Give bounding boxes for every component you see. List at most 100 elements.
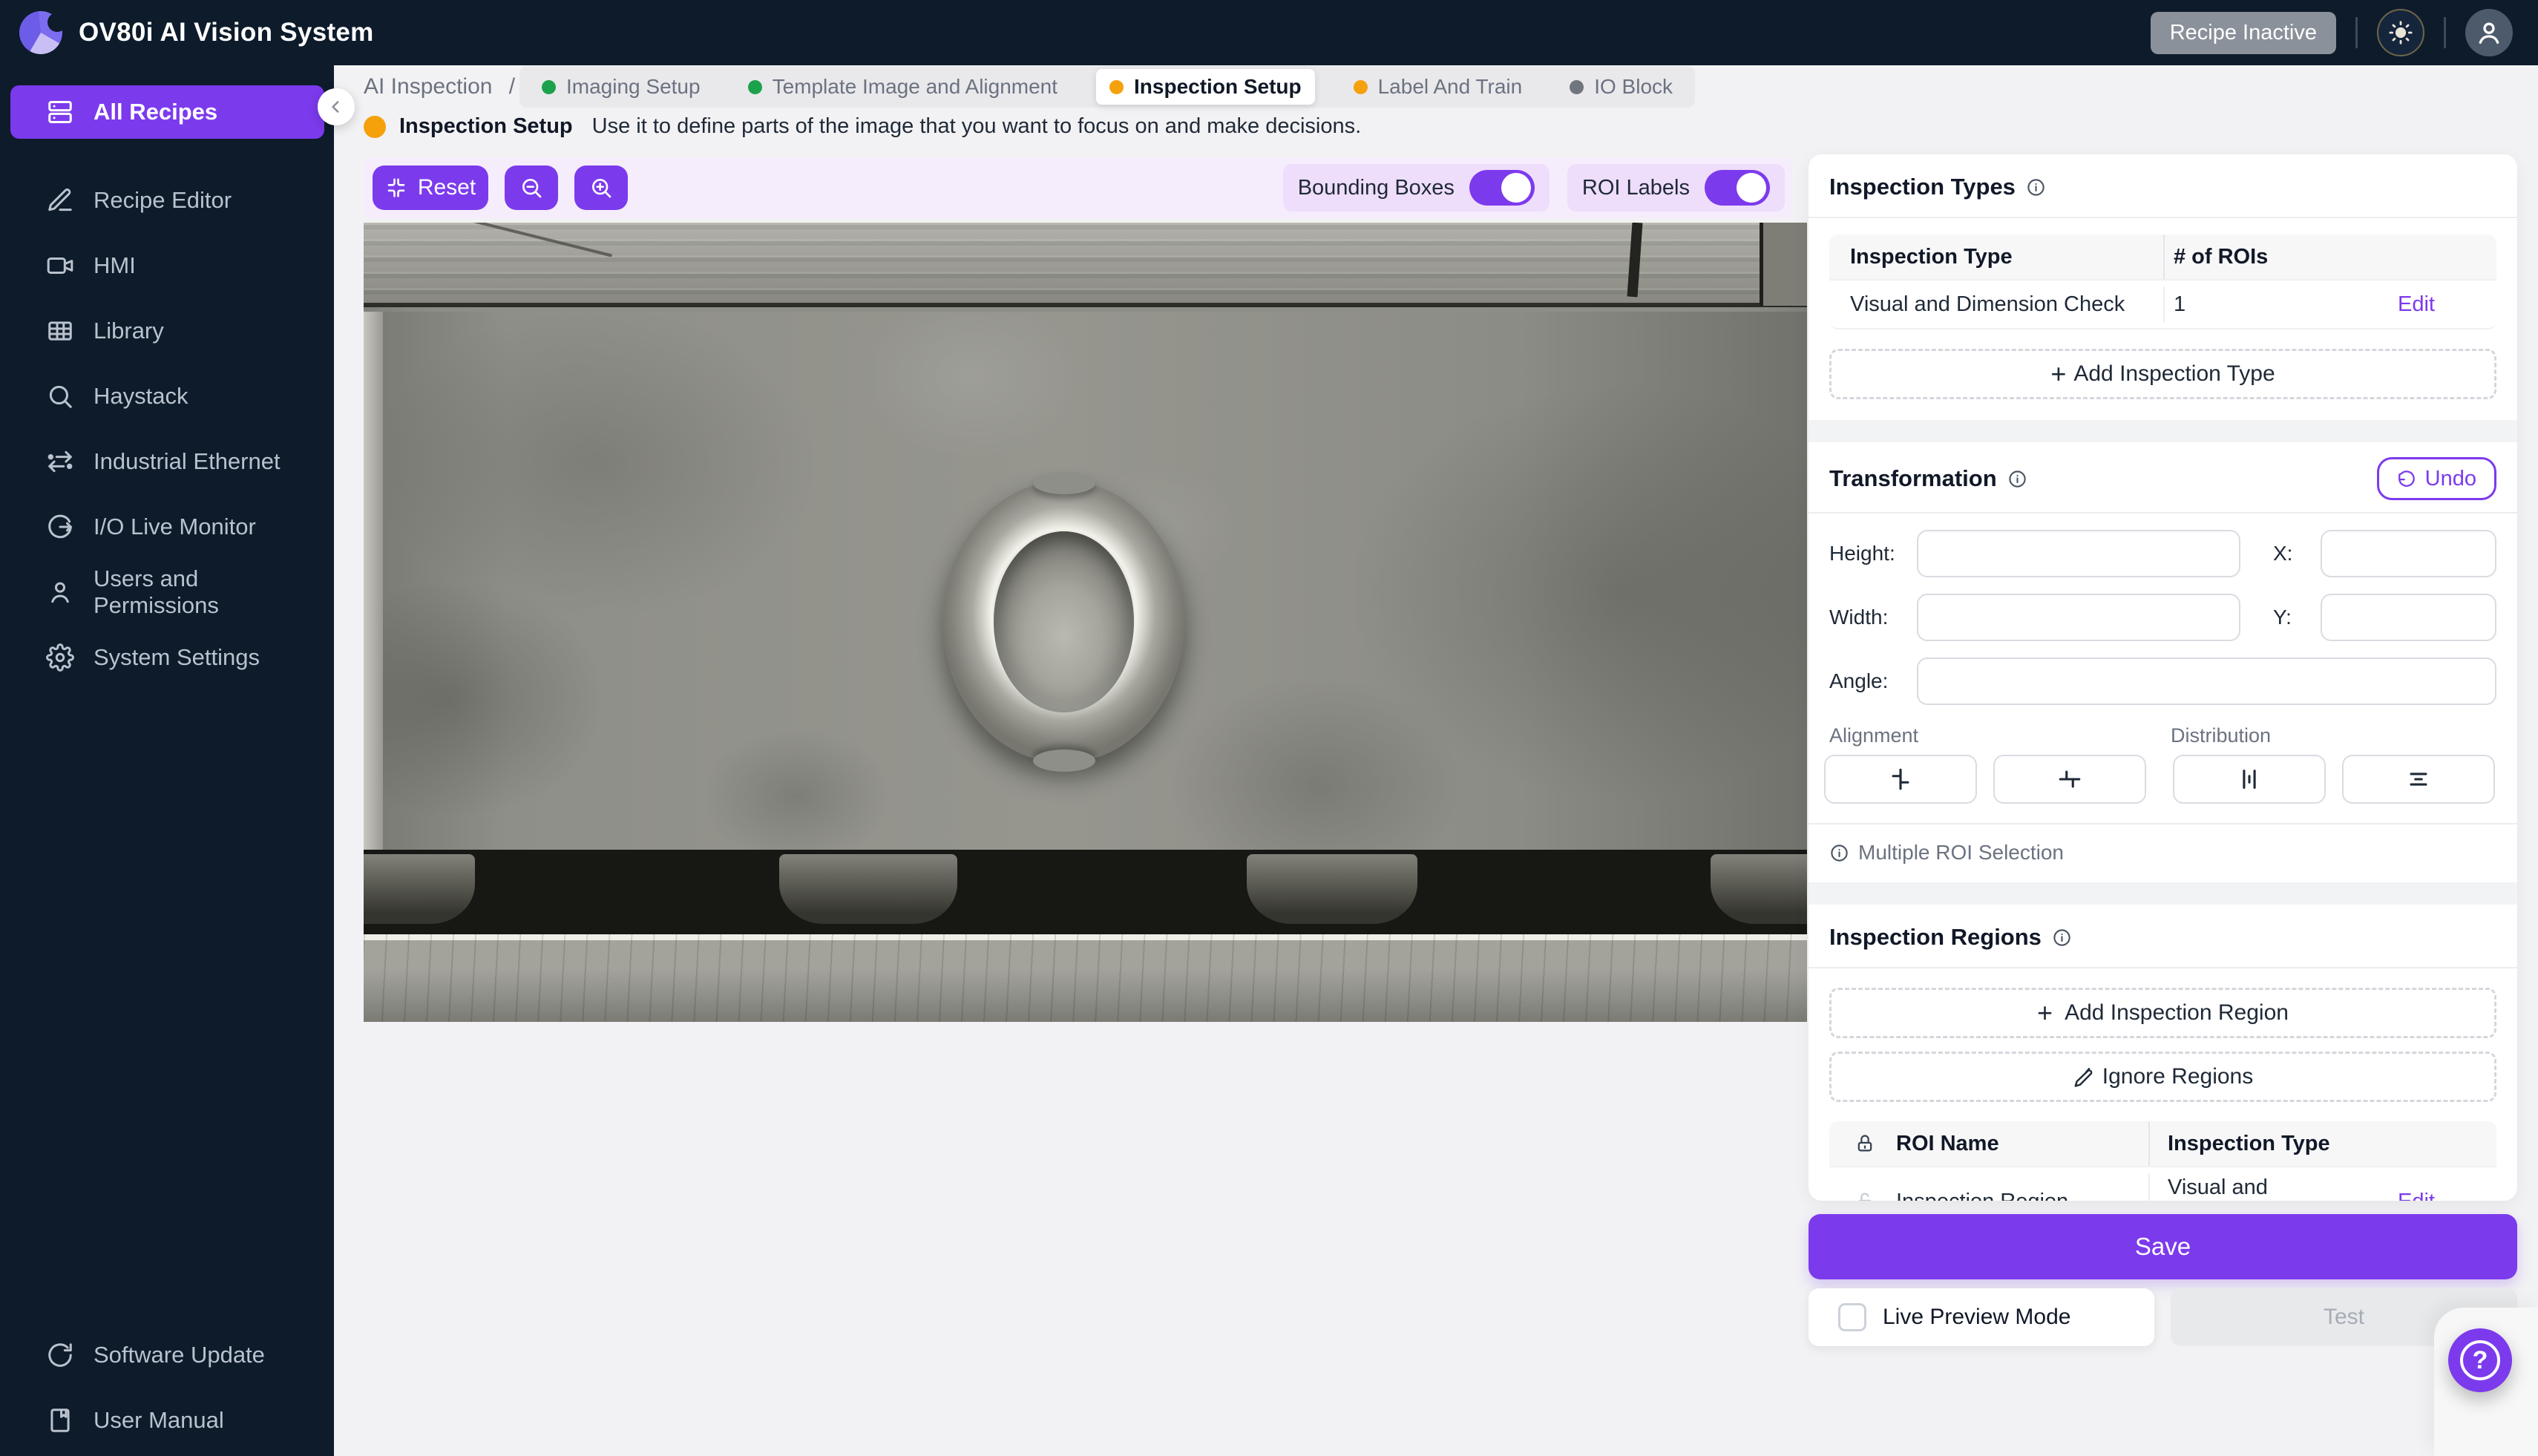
header-divider bbox=[2444, 17, 2446, 48]
edit-region-link[interactable]: Edit bbox=[2371, 1190, 2496, 1201]
distribute-horizontal-button[interactable] bbox=[2173, 755, 2326, 804]
grommet-inner-recess bbox=[994, 531, 1134, 712]
undo-button[interactable]: Undo bbox=[2376, 457, 2496, 500]
step-label: Inspection Setup bbox=[1134, 75, 1302, 98]
bounding-boxes-toggle-group: Bounding Boxes bbox=[1282, 164, 1550, 211]
column-roi-name: ROI Name bbox=[1896, 1131, 1999, 1155]
table-header-row: Inspection Type # of ROIs bbox=[1829, 235, 2496, 279]
distribute-vertical-button[interactable] bbox=[2342, 755, 2495, 804]
recipes-icon bbox=[46, 98, 74, 126]
zoom-in-button[interactable] bbox=[574, 165, 628, 210]
step-status-dot bbox=[542, 79, 556, 94]
sidebar-item-hmi[interactable]: HMI bbox=[10, 239, 324, 292]
dome-bump bbox=[1247, 854, 1417, 924]
zoom-in-icon bbox=[589, 176, 613, 200]
add-inspection-type-button[interactable]: + Add Inspection Type bbox=[1829, 349, 2496, 399]
column-rois: # of ROIs bbox=[2163, 235, 2371, 279]
step-label-and-train[interactable]: Label And Train bbox=[1345, 70, 1532, 103]
refresh-icon bbox=[46, 1341, 74, 1369]
save-button[interactable]: Save bbox=[1809, 1214, 2517, 1279]
step-status-dot bbox=[1109, 79, 1124, 94]
align-horizontal-center-icon bbox=[1888, 767, 1913, 792]
sidebar-item-industrial-ethernet[interactable]: Industrial Ethernet bbox=[10, 435, 324, 488]
transformation-header: Transformation Undo bbox=[1809, 442, 2517, 512]
align-vertical-center-button[interactable] bbox=[1993, 755, 2146, 804]
reset-view-button[interactable]: Reset bbox=[373, 165, 488, 210]
info-icon[interactable] bbox=[2007, 469, 2027, 489]
table-icon bbox=[46, 317, 74, 345]
sidebar-item-recipe-editor[interactable]: Recipe Editor bbox=[10, 174, 324, 227]
inspection-settings-panel: Inspection Types Inspection Type # of RO… bbox=[1809, 154, 2517, 1201]
bounding-boxes-switch[interactable] bbox=[1469, 170, 1535, 206]
y-input[interactable] bbox=[2321, 594, 2496, 641]
sidebar: All Recipes Recipe Editor HMI Library Ha… bbox=[0, 65, 334, 1456]
ignore-regions-button[interactable]: Ignore Regions bbox=[1829, 1052, 2496, 1102]
help-button[interactable]: ? bbox=[2448, 1328, 2512, 1392]
x-input[interactable] bbox=[2321, 530, 2496, 577]
info-icon bbox=[1829, 843, 1849, 863]
user-icon bbox=[2474, 18, 2504, 47]
transformation-title: Transformation bbox=[1829, 465, 1997, 491]
step-inspection-setup[interactable]: Inspection Setup bbox=[1096, 69, 1315, 105]
sidebar-item-label: I/O Live Monitor bbox=[94, 514, 256, 540]
intro-status-dot bbox=[364, 115, 386, 138]
live-preview-checkbox[interactable] bbox=[1838, 1303, 1866, 1331]
inspection-image-canvas[interactable] bbox=[364, 223, 1807, 1022]
theme-toggle-button[interactable] bbox=[2377, 9, 2424, 56]
multi-roi-note-label: Multiple ROI Selection bbox=[1858, 841, 2065, 864]
pen-slash-icon bbox=[2073, 1066, 2095, 1088]
roi-labels-label: ROI Labels bbox=[1581, 175, 1690, 200]
page-description: Use it to define parts of the image that… bbox=[591, 114, 1362, 138]
avatar[interactable] bbox=[2465, 9, 2513, 56]
edit-inspection-type-link[interactable]: Edit bbox=[2371, 292, 2496, 317]
add-inspection-region-button[interactable]: + Add Inspection Region bbox=[1829, 988, 2496, 1038]
breadcrumb-root[interactable]: AI Inspection bbox=[364, 74, 492, 99]
sidebar-item-software-update[interactable]: Software Update bbox=[10, 1328, 324, 1382]
bounding-boxes-label: Bounding Boxes bbox=[1297, 175, 1455, 200]
app-logo-icon bbox=[19, 11, 67, 54]
width-label: Width: bbox=[1829, 606, 1889, 629]
step-imaging-setup[interactable]: Imaging Setup bbox=[533, 70, 709, 103]
sidebar-item-io-live-monitor[interactable]: I/O Live Monitor bbox=[10, 500, 324, 554]
table-header-row: ROI Name Inspection Type bbox=[1829, 1121, 2496, 1166]
section-spacer bbox=[1809, 882, 2517, 905]
section-divider bbox=[1809, 823, 2517, 824]
info-icon[interactable] bbox=[2026, 177, 2046, 197]
height-x-row: Height: X: bbox=[1809, 530, 2517, 577]
row-lock-cell[interactable] bbox=[1829, 1191, 1896, 1201]
width-input[interactable] bbox=[1917, 594, 2240, 641]
ignore-regions-label: Ignore Regions bbox=[2102, 1064, 2254, 1089]
angle-input[interactable] bbox=[1917, 658, 2496, 705]
sidebar-item-system-settings[interactable]: System Settings bbox=[10, 631, 324, 684]
sidebar-item-users-permissions[interactable]: Users and Permissions bbox=[10, 565, 324, 619]
sidebar-item-label: Library bbox=[94, 318, 164, 344]
angle-row: Angle: bbox=[1809, 658, 2517, 705]
step-template-image-alignment[interactable]: Template Image and Alignment bbox=[739, 70, 1066, 103]
angle-label: Angle: bbox=[1829, 669, 1889, 692]
sidebar-item-label: Users and Permissions bbox=[94, 565, 219, 618]
rois-count-cell: 1 bbox=[2163, 286, 2371, 322]
zoom-out-button[interactable] bbox=[505, 165, 558, 210]
roi-name-cell: Inspection Region bbox=[1896, 1190, 2148, 1201]
app-title: OV80i AI Vision System bbox=[79, 18, 374, 47]
sidebar-item-haystack[interactable]: Haystack bbox=[10, 370, 324, 423]
step-status-dot bbox=[1353, 79, 1368, 94]
roi-labels-switch[interactable] bbox=[1705, 170, 1770, 206]
sidebar-item-label: User Manual bbox=[94, 1407, 224, 1433]
info-icon[interactable] bbox=[2052, 928, 2072, 948]
sidebar-item-user-manual[interactable]: User Manual bbox=[10, 1394, 324, 1447]
grommet-pinch-top bbox=[1032, 472, 1095, 494]
add-inspection-type-label: Add Inspection Type bbox=[2073, 361, 2275, 386]
step-io-block[interactable]: IO Block bbox=[1561, 70, 1682, 103]
sidebar-item-all-recipes[interactable]: All Recipes bbox=[10, 85, 324, 139]
undo-label: Undo bbox=[2424, 466, 2476, 491]
sidebar-collapse-button[interactable] bbox=[318, 88, 355, 125]
inspection-types-header: Inspection Types bbox=[1809, 154, 2517, 217]
lock-open-icon bbox=[1855, 1191, 1896, 1201]
height-input[interactable] bbox=[1917, 530, 2240, 577]
metal-top-strip bbox=[364, 223, 1807, 307]
y-label: Y: bbox=[2273, 606, 2292, 629]
workflow-stepper: Imaging Setup Template Image and Alignme… bbox=[519, 66, 1696, 108]
align-horizontal-center-button[interactable] bbox=[1824, 755, 1977, 804]
sidebar-item-library[interactable]: Library bbox=[10, 304, 324, 358]
